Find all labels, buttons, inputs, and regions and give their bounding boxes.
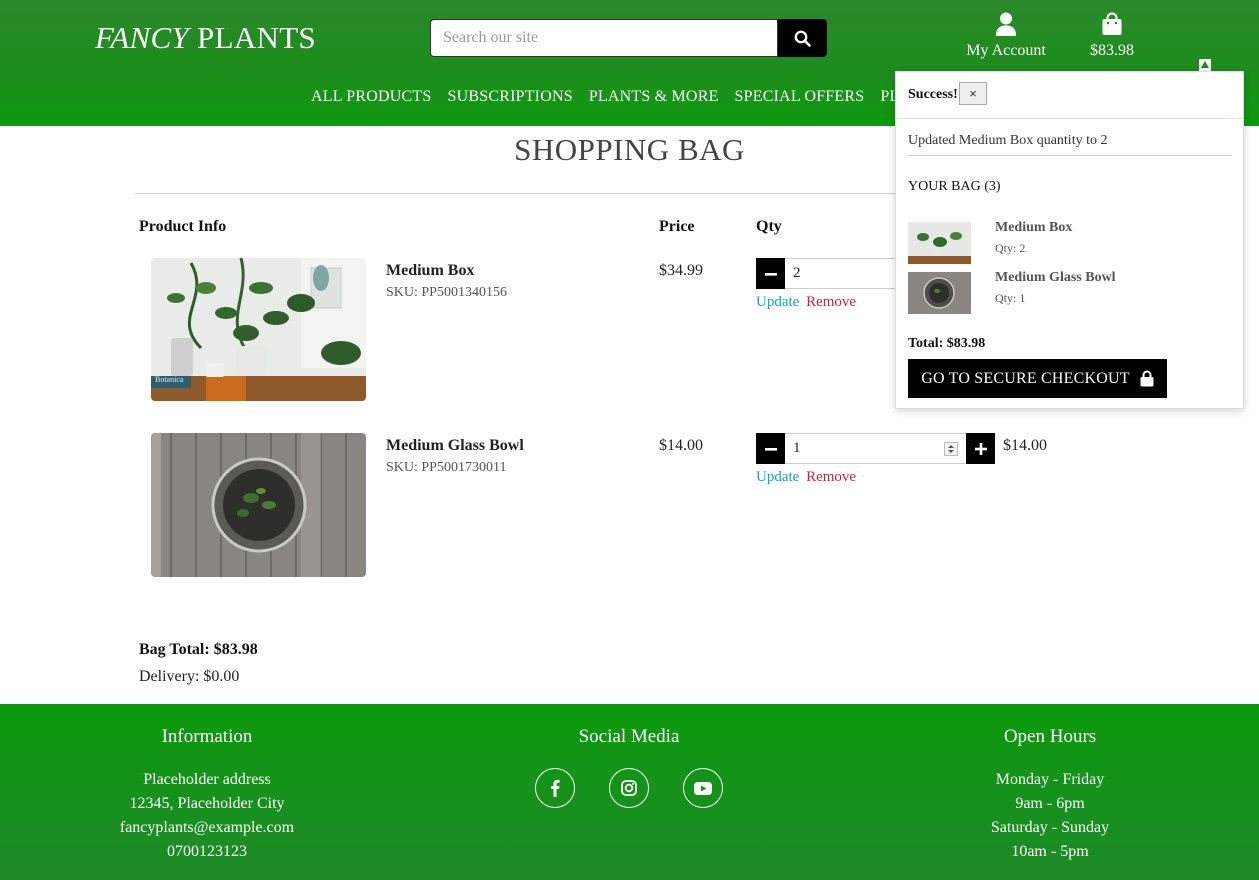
toast-arrow-icon (1199, 59, 1211, 71)
svg-text:Botanica: Botanica (155, 375, 184, 384)
checkout-label: GO TO SECURE CHECKOUT (921, 369, 1130, 387)
product-name: Medium Box (386, 262, 475, 279)
footer-hours: Open Hours Monday - Friday 9am - 6pm Sat… (900, 726, 1200, 864)
youtube-link[interactable] (683, 768, 723, 808)
bag-total: Bag Total: $83.98 (139, 641, 258, 658)
nav-plants-more[interactable]: PLANTS & MORE (589, 88, 719, 106)
increment-button[interactable] (966, 433, 995, 464)
success-toast: Success! × Updated Medium Box quantity t… (895, 71, 1244, 409)
quantity-stepper: 2 (756, 258, 896, 289)
header-price: Price (659, 218, 695, 235)
update-link[interactable]: Update (756, 469, 799, 485)
toast-item-thumbnail (908, 272, 971, 314)
facebook-link[interactable] (535, 768, 575, 808)
footer-address: Placeholder address (143, 771, 271, 788)
social-links (479, 768, 779, 808)
quantity-value: 1 (793, 440, 801, 456)
quantity-input[interactable]: 1 (785, 433, 966, 464)
minus-icon (764, 272, 777, 276)
product-price: $14.00 (659, 437, 703, 454)
product-price: $34.99 (659, 262, 703, 279)
hours-weekday-label: Monday - Friday (995, 771, 1105, 788)
youtube-icon (694, 781, 712, 795)
toast-message: Updated Medium Box quantity to 2 (908, 133, 1232, 156)
product-image-medium-glass-bowl[interactable] (151, 433, 366, 577)
product-image-medium-box[interactable]: Botanica (151, 258, 366, 401)
footer-email[interactable]: fancyplants@example.com (57, 816, 357, 840)
footer-social-heading: Social Media (578, 726, 680, 747)
my-account-link[interactable]: My Account (962, 12, 1050, 60)
nav-special-offers[interactable]: SPECIAL OFFERS (735, 88, 865, 106)
update-link[interactable]: Update (756, 294, 799, 310)
toast-item-name: Medium Box (995, 220, 1073, 235)
quantity-input[interactable]: 2 (785, 258, 896, 289)
decrement-button[interactable] (756, 258, 785, 289)
bag-total-header: $83.98 (1090, 42, 1134, 59)
product-sku: SKU: PP5001730011 (386, 460, 507, 475)
nav-all-products[interactable]: ALL PRODUCTS (311, 88, 432, 106)
delivery-cost: Delivery: $0.00 (139, 668, 240, 685)
header-product-info: Product Info (139, 218, 227, 235)
row-actions: Update Remove (756, 469, 856, 486)
search-input[interactable] (430, 19, 778, 57)
row-actions: Update Remove (756, 294, 856, 311)
logo-plants: PLANTS (197, 20, 316, 55)
facebook-icon (551, 779, 560, 797)
product-subtotal: $14.00 (1003, 437, 1047, 454)
product-sku: SKU: PP5001340156 (386, 285, 507, 300)
my-account-label: My Account (966, 42, 1046, 59)
secure-checkout-button[interactable]: GO TO SECURE CHECKOUT (908, 359, 1167, 398)
footer-info-heading: Information (161, 726, 253, 747)
toast-item-thumbnail (908, 222, 971, 264)
bag-link[interactable]: $83.98 (1084, 12, 1140, 60)
site-footer: Information Placeholder address 12345, P… (0, 704, 1259, 880)
toast-item-qty: Qty: 1 (995, 291, 1026, 305)
minus-icon (764, 447, 777, 451)
user-icon (962, 12, 1050, 38)
logo-fancy: FANCY (95, 20, 189, 55)
site-logo[interactable]: FANCY PLANTS (95, 20, 316, 56)
toast-bag-heading: YOUR BAG (3) (908, 179, 1001, 194)
search-icon (794, 30, 811, 47)
main-nav: ALL PRODUCTS SUBSCRIPTIONS PLANTS & MORE… (311, 88, 911, 106)
footer-city: 12345, Placeholder City (129, 795, 285, 812)
toast-item-name: Medium Glass Bowl (995, 270, 1116, 285)
hours-weekday-time: 9am - 6pm (1015, 795, 1085, 812)
hours-weekend-label: Saturday - Sunday (990, 819, 1110, 836)
plus-icon (974, 442, 987, 455)
toast-title: Success! (908, 87, 958, 102)
toast-item-qty: Qty: 2 (995, 241, 1026, 255)
remove-link[interactable]: Remove (806, 469, 856, 485)
search-button[interactable] (778, 19, 827, 57)
footer-phone[interactable]: 0700123123 (57, 840, 357, 864)
product-name: Medium Glass Bowl (386, 437, 524, 454)
nav-subscriptions[interactable]: SUBSCRIPTIONS (448, 88, 573, 106)
instagram-link[interactable] (609, 768, 649, 808)
spinner-arrows-icon[interactable] (944, 442, 958, 456)
quantity-value: 2 (793, 265, 801, 281)
search-form (430, 19, 827, 57)
instagram-icon (621, 780, 637, 796)
lock-icon (1140, 370, 1154, 387)
footer-info: Information Placeholder address 12345, P… (57, 726, 357, 864)
hours-weekend-time: 10am - 5pm (1011, 843, 1089, 860)
header-qty: Qty (756, 218, 782, 235)
footer-hours-heading: Open Hours (1003, 726, 1097, 747)
shopping-bag-icon (1084, 12, 1140, 38)
quantity-stepper: 1 (756, 433, 995, 464)
remove-link[interactable]: Remove (806, 294, 856, 310)
footer-social: Social Media (479, 726, 779, 808)
decrement-button[interactable] (756, 433, 785, 464)
toast-header: Success! × (896, 72, 1243, 119)
toast-close-button[interactable]: × (959, 82, 987, 105)
toast-total: Total: $83.98 (908, 336, 986, 351)
